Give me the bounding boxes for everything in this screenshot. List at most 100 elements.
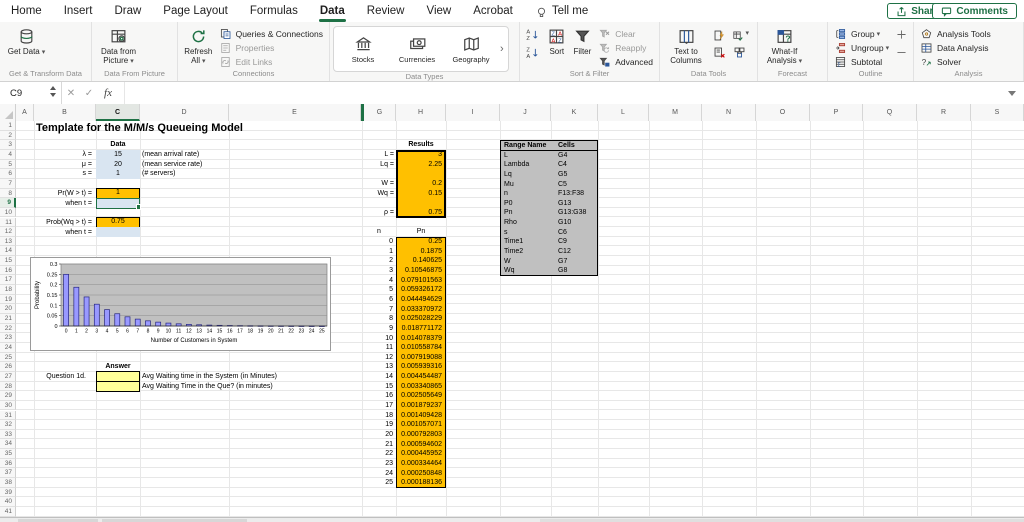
row-header-41[interactable]: 41 (0, 507, 16, 517)
pn-table-n-cell[interactable]: 9 (364, 324, 393, 334)
pn-table-n-cell[interactable]: 4 (364, 276, 393, 286)
row-header-32[interactable]: 32 (0, 420, 16, 430)
row-header-17[interactable]: 17 (0, 275, 16, 286)
row-header-5[interactable]: 5 (0, 159, 16, 170)
pn-table-n-cell[interactable]: 6 (364, 295, 393, 305)
sort-button[interactable]: Z A A Z Sort (544, 24, 570, 56)
stocks-button[interactable]: Stocks (336, 35, 390, 64)
servers-value-cell[interactable]: 1 (96, 169, 140, 179)
when-t2-label-cell[interactable]: when t = (30, 228, 94, 238)
pn-table-p-cell[interactable]: 0.140625 (398, 256, 442, 266)
reapply-button[interactable]: Reapply (595, 41, 656, 55)
pn-table-p-cell[interactable]: 0.004454487 (398, 372, 442, 382)
advanced-button[interactable]: Advanced (595, 55, 656, 69)
range-cells-cell[interactable]: C5 (558, 180, 567, 190)
range-cells-cell[interactable]: C6 (558, 228, 567, 238)
range-name-cell[interactable]: Mu (504, 180, 514, 190)
results-header-cell[interactable]: Results (396, 140, 446, 150)
cancel-icon[interactable]: ✕ (62, 88, 80, 99)
pn-bar-chart[interactable]: 0 0.05 0.1 0.15 0.2 0.25 0.3 0 1 2 3 4 5 6 7 8 9 10 11 12 13… (30, 257, 331, 351)
sheet-tabs-strip[interactable] (0, 517, 1024, 522)
edit-links-button[interactable]: Edit Links (216, 55, 326, 69)
range-name-cell[interactable]: s (504, 228, 508, 238)
column-header-E[interactable]: E (229, 104, 361, 121)
range-name-cell[interactable]: Pn (504, 208, 513, 218)
hide-detail-button[interactable] (894, 46, 911, 60)
what-if-analysis-button[interactable]: ? What-If Analysis ▾ (761, 24, 808, 66)
row-header-27[interactable]: 27 (0, 371, 16, 382)
row-header-1[interactable]: 1 (0, 121, 16, 131)
pn-table-n-cell[interactable]: 2 (364, 256, 393, 266)
range-name-cell[interactable]: L (504, 151, 508, 161)
range-name-cell[interactable]: Time1 (504, 237, 523, 247)
column-header-R[interactable]: R (917, 104, 971, 121)
subtotal-button[interactable]: Σ Subtotal (831, 55, 892, 69)
pn-table-p-cell[interactable]: 0.025028229 (398, 314, 442, 324)
column-header-Q[interactable]: Q (863, 104, 917, 121)
pn-table-p-cell[interactable]: 0.000250848 (398, 469, 442, 479)
clear-button[interactable]: Clear (595, 27, 656, 41)
data-header-cell[interactable]: Data (96, 140, 140, 150)
row-header-8[interactable]: 8 (0, 188, 16, 199)
text-to-columns-button[interactable]: Text to Columns (663, 24, 709, 65)
pn-table-n-cell[interactable]: 16 (364, 391, 393, 401)
pn-table-p-cell[interactable]: 0.001057071 (398, 420, 442, 430)
pn-table-n-cell[interactable]: 24 (364, 469, 393, 479)
row-header-14[interactable]: 14 (0, 246, 16, 257)
menu-item-review[interactable]: Review (356, 0, 416, 22)
pn-table-n-cell[interactable]: 8 (364, 314, 393, 324)
data-from-picture-button[interactable]: Data from Picture ▾ (95, 24, 142, 66)
pn-table-p-cell[interactable]: 0.000445952 (398, 449, 442, 459)
range-cells-cell[interactable]: G7 (558, 257, 567, 267)
range-cells-cell[interactable]: G5 (558, 170, 567, 180)
flash-fill-button[interactable] (712, 29, 729, 43)
select-all-corner[interactable] (0, 104, 16, 121)
pn-table-n-cell[interactable]: 18 (364, 411, 393, 421)
row-header-6[interactable]: 6 (0, 169, 16, 179)
pn-table-p-cell[interactable]: 0.000792803 (398, 430, 442, 440)
ungroup-button[interactable]: Ungroup ▾ (831, 41, 892, 55)
L-label-cell[interactable]: L = (364, 150, 394, 160)
range-cells-cell[interactable]: C12 (558, 247, 571, 257)
row-header-12[interactable]: 12 (0, 227, 16, 237)
get-data-button[interactable]: Get Data ▾ (3, 24, 50, 57)
pn-table-p-cell[interactable]: 0.1875 (398, 247, 442, 257)
row-header-29[interactable]: 29 (0, 391, 16, 401)
column-header-N[interactable]: N (702, 104, 756, 121)
range-cells-cell[interactable]: G8 (558, 266, 567, 276)
when-t2-value-cell[interactable] (96, 227, 140, 237)
row-header-22[interactable]: 22 (0, 323, 16, 334)
pn-table-p-cell[interactable]: 0.007919088 (398, 353, 442, 363)
menu-item-data[interactable]: Data (309, 0, 356, 22)
row-header-40[interactable]: 40 (0, 497, 16, 507)
pn-table-p-cell[interactable]: 0.044494629 (398, 295, 442, 305)
refresh-all-button[interactable]: Refresh All ▾ (181, 24, 216, 66)
pn-table-p-cell[interactable]: 0.001879237 (398, 401, 442, 411)
lambda-note-cell[interactable]: (mean arrival rate) (142, 150, 292, 160)
insert-function-icon[interactable]: fx (98, 87, 118, 99)
analysis-tools-button[interactable]: Analysis Tools (917, 27, 994, 41)
row-header-25[interactable]: 25 (0, 352, 16, 363)
pn-table-p-cell[interactable]: 0.000334464 (398, 459, 442, 469)
name-box-stepper[interactable] (50, 86, 56, 97)
prob-wq-label-cell[interactable]: Prob(Wq > t) = (30, 218, 94, 228)
menu-item-acrobat[interactable]: Acrobat (462, 0, 524, 22)
menu-item-home[interactable]: Home (0, 0, 53, 22)
range-name-cell[interactable]: Lq (504, 170, 512, 180)
column-header-G[interactable]: G (364, 104, 396, 121)
range-name-cell[interactable]: Lambda (504, 160, 529, 170)
range-cells-cell[interactable]: G4 (558, 151, 567, 161)
gallery-more-button[interactable]: › (498, 43, 506, 55)
pn-table-n-cell[interactable]: 1 (364, 247, 393, 257)
pn-table-n-cell[interactable]: 21 (364, 440, 393, 450)
column-header-K[interactable]: K (551, 104, 598, 121)
properties-button[interactable]: Properties (216, 41, 326, 55)
servers-note-cell[interactable]: (# servers) (142, 169, 292, 179)
column-header-J[interactable]: J (500, 104, 551, 121)
pn-table-n-cell[interactable]: 23 (364, 459, 393, 469)
pn-table-p-cell[interactable]: 0.25 (398, 237, 442, 247)
pn-table-n-header[interactable]: n (364, 227, 394, 237)
column-header-B[interactable]: B (34, 104, 96, 121)
pn-table-p-cell[interactable]: 0.010558784 (398, 343, 442, 353)
range-cells-cell[interactable]: G13 (558, 199, 571, 209)
